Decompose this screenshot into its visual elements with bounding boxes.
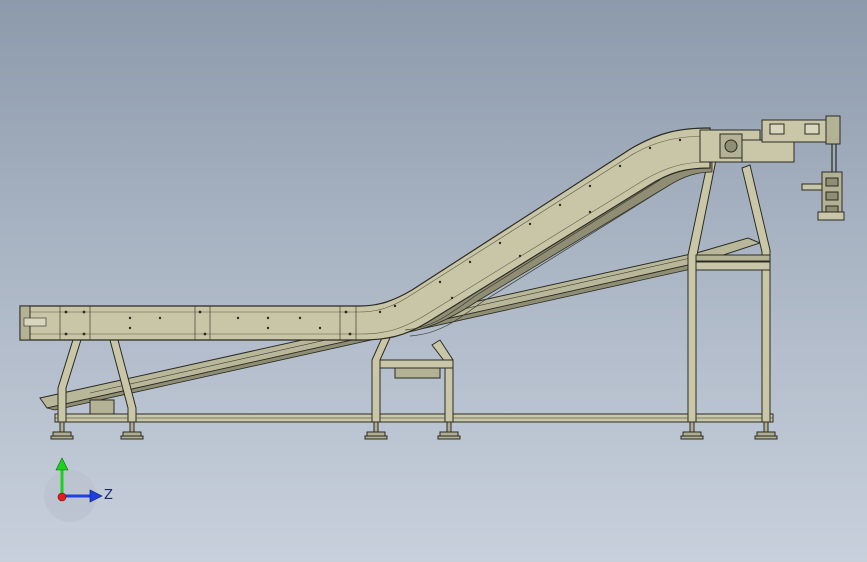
conveyor-model: Z <box>19 115 845 522</box>
drive-head <box>699 115 845 221</box>
z-axis-label: Z <box>104 488 113 503</box>
origin-dot-icon <box>57 492 67 502</box>
axis-triad: Z <box>44 457 113 522</box>
cad-viewport[interactable]: Z <box>0 0 867 562</box>
conveyor-body <box>19 127 713 341</box>
leveling-feet <box>50 421 778 440</box>
base-frame <box>54 413 774 423</box>
